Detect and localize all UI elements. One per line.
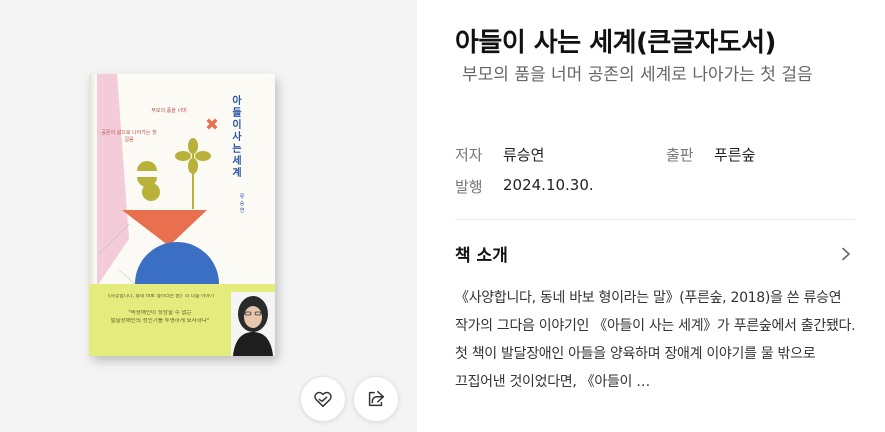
chevron-right-icon[interactable] — [841, 247, 851, 261]
book-info-panel: 아들이 사는 세계(큰글자도서) 부모의 품을 너머 공존의 세계로 나아가는 … — [417, 0, 885, 432]
cover-tagline-b: 공존의 삶으로 나아가는 첫 걸음 — [101, 130, 157, 143]
author-photo-art — [231, 292, 275, 356]
heart-icon — [314, 391, 332, 408]
divider — [455, 219, 855, 220]
author-link[interactable]: 류승연 — [503, 144, 544, 165]
band-line-1: 《사양합니다, 동네 바보 형이라는 말》의 다음 이야기 — [105, 294, 215, 299]
cover-author: 류승연 — [239, 194, 245, 214]
intro-heading: 책 소개 — [455, 246, 508, 266]
like-button[interactable] — [300, 376, 346, 422]
cover-tagline-a: 부모의 품을 너머 — [151, 108, 187, 114]
cover-band: 《사양합니다, 동네 바보 형이라는 말》의 다음 이야기 "비장애인이 상상할… — [89, 284, 275, 356]
book-title: 아들이 사는 세계(큰글자도서) — [455, 28, 776, 58]
band-line-2: "비장애인이 상상할 수 없는 — [128, 310, 192, 316]
cover-panel: 아들이 사는 세계 부모의 품을 너머 공존의 삶으로 나아가는 첫 걸음 류승… — [0, 0, 417, 432]
book-cover: 아들이 사는 세계 부모의 품을 너머 공존의 삶으로 나아가는 첫 걸음 류승… — [89, 74, 275, 356]
publisher-link[interactable]: 푸른숲 — [714, 144, 755, 165]
publish-date: 2024.10.30. — [503, 176, 594, 194]
publisher-label: 출판 — [666, 146, 694, 164]
author-photo — [231, 292, 275, 356]
share-icon — [368, 390, 385, 407]
band-line-3: 발달장애인의 성인기를 투명하게 묘사하다" — [110, 318, 210, 324]
date-label: 발행 — [455, 178, 483, 196]
book-subtitle: 부모의 품을 너머 공존의 세계로 나아가는 첫 걸음 — [462, 65, 813, 85]
author-label: 저자 — [455, 146, 483, 164]
intro-text: 《사양합니다, 동네 바보 형이라는 말》(푸른숲, 2018)을 쓴 류승연 … — [455, 290, 856, 390]
cover-title: 아들이 사는 세계 — [232, 96, 242, 179]
share-button[interactable] — [353, 376, 399, 422]
